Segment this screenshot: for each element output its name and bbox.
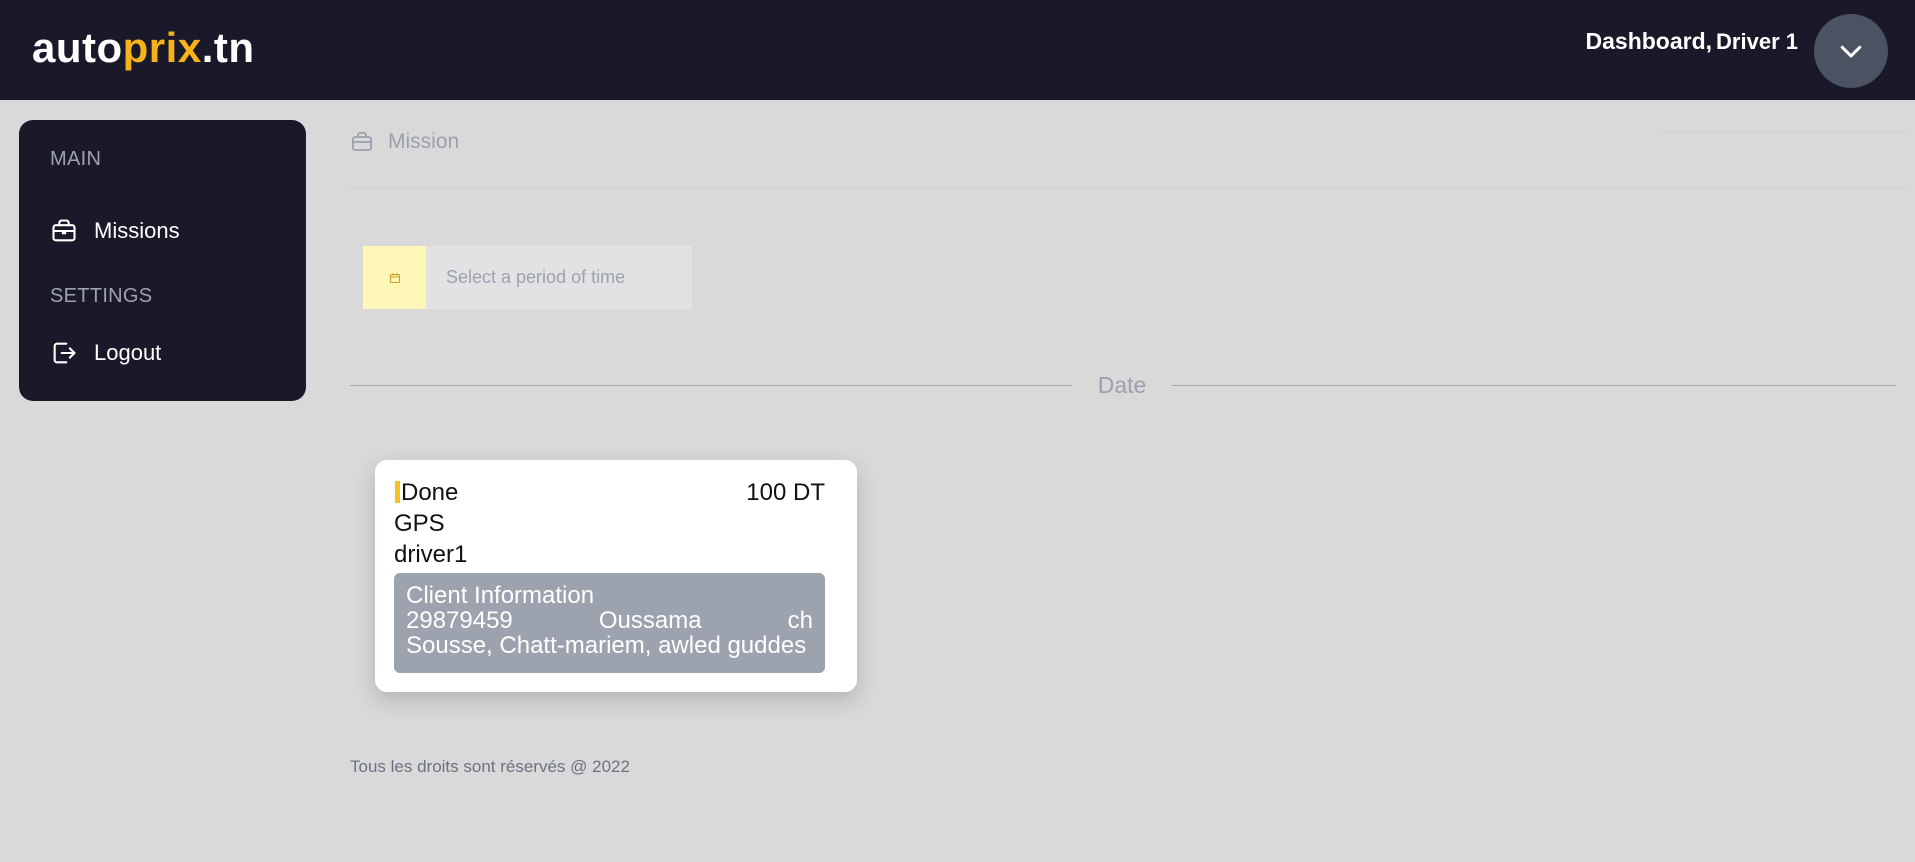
- mission-card[interactable]: Done 100 DT GPS driver1 Client Informati…: [375, 460, 857, 692]
- calendar-icon: [389, 272, 400, 283]
- sidebar-section-settings: SETTINGS: [50, 285, 153, 307]
- briefcase-icon: [352, 132, 372, 151]
- sidebar-item-label: Logout: [94, 340, 162, 365]
- mission-status: Done: [401, 479, 459, 506]
- brand-logo[interactable]: autoprix.tn: [32, 24, 255, 72]
- logo-text-tn: .tn: [201, 24, 255, 71]
- sidebar: MAIN Missions SETTINGS Logout: [19, 120, 306, 401]
- client-info-row: 29879459 Oussama ch: [406, 608, 813, 633]
- chevron-down-icon: [1840, 45, 1862, 58]
- breadcrumb: Mission: [350, 130, 459, 154]
- mission-driver: driver1: [394, 541, 468, 568]
- header-divider: [1660, 132, 1910, 133]
- sidebar-item-logout[interactable]: Logout: [50, 339, 161, 367]
- mission-price: 100 DT: [746, 479, 825, 506]
- logo-text-auto: auto: [32, 24, 123, 71]
- client-address: Sousse, Chatt-mariem, awled guddes: [406, 632, 807, 659]
- sidebar-item-missions[interactable]: Missions: [50, 217, 180, 245]
- client-last-name: ch: [787, 607, 813, 634]
- date-divider-line-right: [1172, 385, 1896, 386]
- user-name: Driver 1: [1716, 29, 1798, 54]
- breadcrumb-divider: [350, 188, 1910, 189]
- greeting-label: Dashboard,: [1585, 28, 1713, 54]
- calendar-button[interactable]: [363, 246, 426, 309]
- status-indicator: [395, 481, 400, 503]
- mission-service: GPS: [394, 510, 445, 537]
- user-menu-button[interactable]: [1814, 14, 1888, 88]
- user-greeting: Dashboard, Driver 1: [1586, 28, 1798, 55]
- client-info-title: Client Information: [406, 582, 595, 609]
- sidebar-item-label: Missions: [94, 218, 180, 243]
- briefcase-icon: [52, 219, 76, 242]
- client-first-name: Oussama: [598, 607, 702, 634]
- period-input[interactable]: Select a period of time: [426, 246, 625, 309]
- top-navbar: autoprix.tn Dashboard, Driver 1: [0, 0, 1915, 100]
- page-title: Mission: [388, 130, 460, 153]
- client-info-box: Client Information 29879459 Oussama ch S…: [394, 573, 825, 673]
- logout-icon: [53, 342, 76, 364]
- sidebar-section-main: MAIN: [50, 148, 102, 170]
- date-divider-label: Date: [1097, 372, 1147, 398]
- period-picker[interactable]: Select a period of time: [363, 246, 692, 309]
- footer-copyright: Tous les droits sont réservés @ 2022: [350, 757, 630, 776]
- logo-text-prix: prix: [122, 24, 202, 71]
- client-phone: 29879459: [406, 607, 513, 634]
- date-divider-line-left: [350, 385, 1072, 386]
